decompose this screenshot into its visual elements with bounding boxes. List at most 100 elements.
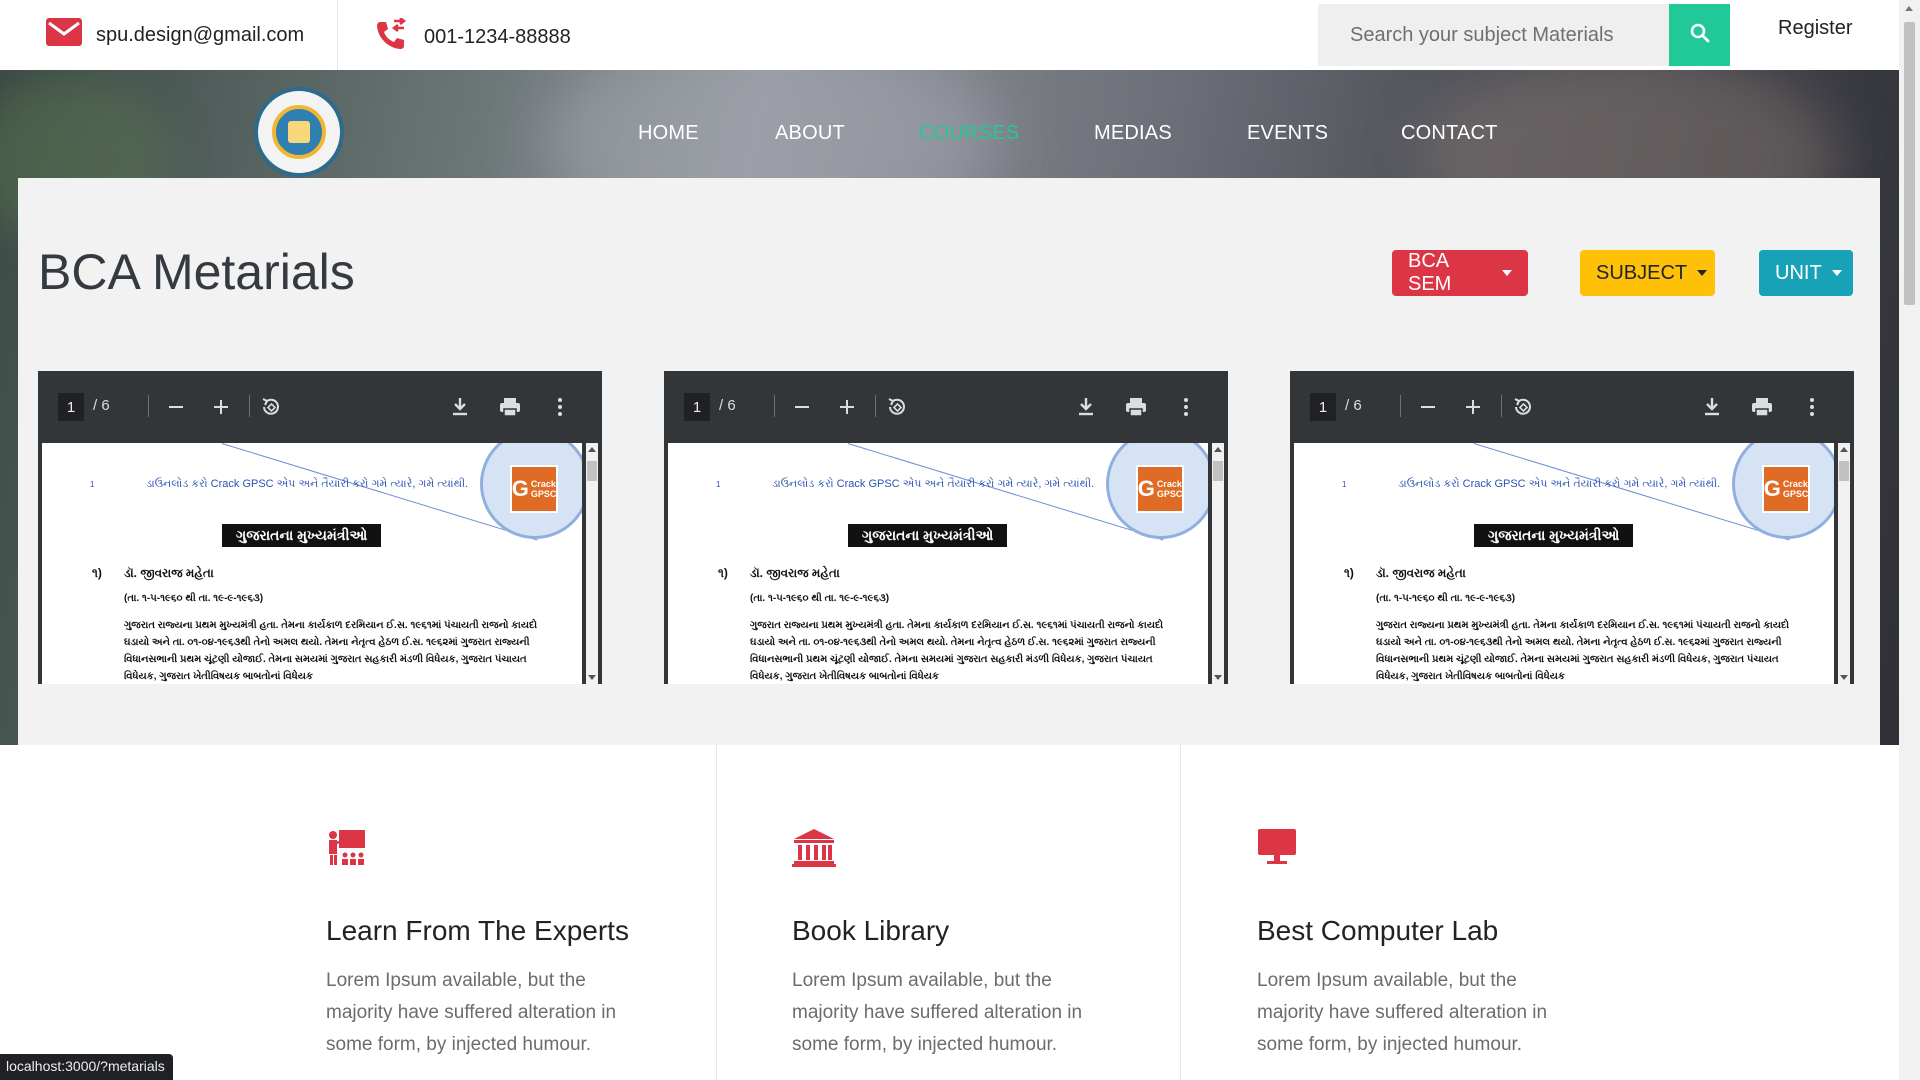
pdf-toolbar: 1 / 6 <box>38 371 602 443</box>
doc-page-number: 1 <box>1342 480 1347 489</box>
feature-card-library: Book Library Lorem Ipsum available, but … <box>792 827 1152 1061</box>
toolbar-divider <box>875 395 876 417</box>
pdf-viewer[interactable]: 1 / 6 G Crack GPSC 1 ડાઉનલોડ કરો Crack GP… <box>664 371 1228 684</box>
doc-item-number: ૧) <box>718 566 728 580</box>
feature-title: Book Library <box>792 915 950 946</box>
unit-dropdown[interactable]: UNIT <box>1759 250 1853 296</box>
scroll-up-icon[interactable] <box>1905 6 1913 11</box>
pdf-page-count: / 6 <box>719 397 736 414</box>
feature-divider <box>1180 745 1181 1080</box>
pdf-viewer[interactable]: 1 / 6 G Crack GPSC 1 ડાઉનલોડ કરો Crack GP… <box>38 371 602 684</box>
pdf-page-input[interactable]: 1 <box>1310 393 1336 421</box>
more-options-icon[interactable] <box>1800 395 1824 419</box>
bca-sem-dropdown[interactable]: BCA SEM <box>1392 250 1528 296</box>
search-icon <box>1690 23 1710 48</box>
zoom-in-icon[interactable] <box>835 395 859 419</box>
subject-dropdown[interactable]: SUBJECT <box>1580 250 1715 296</box>
nav-events[interactable]: EVENTS <box>1247 122 1328 145</box>
main-nav: HOME ABOUT COURSES MEDIAS EVENTS CONTACT <box>0 122 1899 152</box>
pdf-scrollbar[interactable] <box>586 443 598 684</box>
page-scrollbar[interactable] <box>1899 0 1920 1080</box>
doc-item-name: ડૉ. જીવરાજ મહેતા <box>124 566 214 580</box>
scroll-down-icon[interactable] <box>1840 675 1848 680</box>
toolbar-divider <box>774 395 775 417</box>
crack-gpsc-logo: G Crack GPSC <box>510 465 558 513</box>
bca-sem-label: BCA SEM <box>1408 250 1452 295</box>
library-icon <box>792 827 836 867</box>
feature-title: Best Computer Lab <box>1257 915 1499 946</box>
zoom-out-icon[interactable] <box>1416 395 1440 419</box>
doc-title: ગુજરાતના મુખ્યમંત્રીઓ <box>1474 524 1634 547</box>
pdf-scrollbar[interactable] <box>1838 443 1850 684</box>
zoom-out-icon[interactable] <box>790 395 814 419</box>
scroll-up-icon[interactable] <box>1840 447 1848 452</box>
nav-medias[interactable]: MEDIAS <box>1094 122 1172 145</box>
phone-text: 001-1234-88888 <box>424 26 571 48</box>
topbar-divider <box>337 0 338 70</box>
more-options-icon[interactable] <box>1174 395 1198 419</box>
search-input[interactable] <box>1318 4 1669 66</box>
scroll-down-icon[interactable] <box>1214 675 1222 680</box>
pdf-page: G Crack GPSC 1 ડાઉનલોડ કરો Crack GPSC એપ … <box>1294 443 1834 684</box>
caret-down-icon <box>1831 270 1842 276</box>
rotate-icon[interactable] <box>885 395 909 419</box>
page-title: BCA Metarials <box>38 244 355 300</box>
caret-down-icon <box>1697 270 1708 276</box>
scroll-up-icon[interactable] <box>588 447 596 452</box>
crack-gpsc-logo: G Crack GPSC <box>1136 465 1184 513</box>
pdf-page: G Crack GPSC 1 ડાઉનલોડ કરો Crack GPSC એપ … <box>42 443 582 684</box>
nav-contact[interactable]: CONTACT <box>1401 122 1498 145</box>
zoom-in-icon[interactable] <box>209 395 233 419</box>
caret-down-icon <box>1502 270 1512 276</box>
monitor-icon <box>1257 827 1297 867</box>
pdf-viewer[interactable]: 1 / 6 G Crack GPSC 1 ડાઉનલોડ કરો Crack GP… <box>1290 371 1854 684</box>
register-link[interactable]: Register <box>1778 17 1852 40</box>
feature-text: Lorem Ipsum available, but the majority … <box>326 970 617 1055</box>
download-icon[interactable] <box>1700 395 1724 419</box>
doc-item-name: ડૉ. જીવરાજ મહેતા <box>750 566 840 580</box>
doc-banner: ડાઉનલોડ કરો Crack GPSC એપ અને તૈયારી કરો… <box>772 478 1095 490</box>
download-icon[interactable] <box>448 395 472 419</box>
doc-item-number: ૧) <box>92 566 102 580</box>
pdf-scroll-thumb[interactable] <box>1839 461 1849 481</box>
doc-item-date: (તા. ૧-૫-૧૯૬૦ થી તા. ૧૯-૯-૧૯૬૩) <box>124 593 264 604</box>
doc-banner: ડાઉનલોડ કરો Crack GPSC એપ અને તૈયારી કરો… <box>1398 478 1721 490</box>
doc-page-number: 1 <box>90 480 95 489</box>
zoom-in-icon[interactable] <box>1461 395 1485 419</box>
email-text: spu.design@gmail.com <box>96 23 305 46</box>
rotate-icon[interactable] <box>259 395 283 419</box>
top-bar: spu.design@gmail.com 001-1234-88888 Regi… <box>0 0 1899 70</box>
nav-home[interactable]: HOME <box>638 122 699 145</box>
unit-label: UNIT <box>1775 261 1822 284</box>
doc-item-text: ગુજરાત રાજ્યના પ્રથમ મુખ્યમંત્રી હતા. તે… <box>1376 620 1790 682</box>
print-icon[interactable] <box>1124 395 1148 419</box>
scroll-down-icon[interactable] <box>588 675 596 680</box>
pdf-page-input[interactable]: 1 <box>58 393 84 421</box>
pdf-scrollbar[interactable] <box>1212 443 1224 684</box>
doc-item-text: ગુજરાત રાજ્યના પ્રથમ મુખ્યમંત્રી હતા. તે… <box>750 620 1164 682</box>
pdf-scroll-thumb[interactable] <box>1213 461 1223 481</box>
doc-page-number: 1 <box>716 480 721 489</box>
scroll-up-icon[interactable] <box>1214 447 1222 452</box>
print-icon[interactable] <box>498 395 522 419</box>
toolbar-divider <box>1400 395 1401 417</box>
search-button[interactable] <box>1669 4 1730 66</box>
nav-courses[interactable]: COURSES <box>919 122 1019 145</box>
zoom-out-icon[interactable] <box>164 395 188 419</box>
feature-text: Lorem Ipsum available, but the majority … <box>792 970 1083 1055</box>
nav-about[interactable]: ABOUT <box>775 122 845 145</box>
print-icon[interactable] <box>1750 395 1774 419</box>
status-url-tooltip: localhost:3000/?metarials <box>0 1054 173 1080</box>
search-box <box>1318 4 1730 66</box>
contact-phone[interactable]: 001-1234-88888 <box>374 0 571 75</box>
contact-email[interactable]: spu.design@gmail.com <box>46 0 304 70</box>
page-scroll-thumb[interactable] <box>1904 22 1915 305</box>
pdf-page-input[interactable]: 1 <box>684 393 710 421</box>
doc-item-number: ૧) <box>1344 566 1354 580</box>
feature-text: Lorem Ipsum available, but the majority … <box>1257 970 1548 1055</box>
download-icon[interactable] <box>1074 395 1098 419</box>
more-options-icon[interactable] <box>548 395 572 419</box>
pdf-scroll-thumb[interactable] <box>587 461 597 481</box>
toolbar-divider <box>1501 395 1502 417</box>
rotate-icon[interactable] <box>1511 395 1535 419</box>
